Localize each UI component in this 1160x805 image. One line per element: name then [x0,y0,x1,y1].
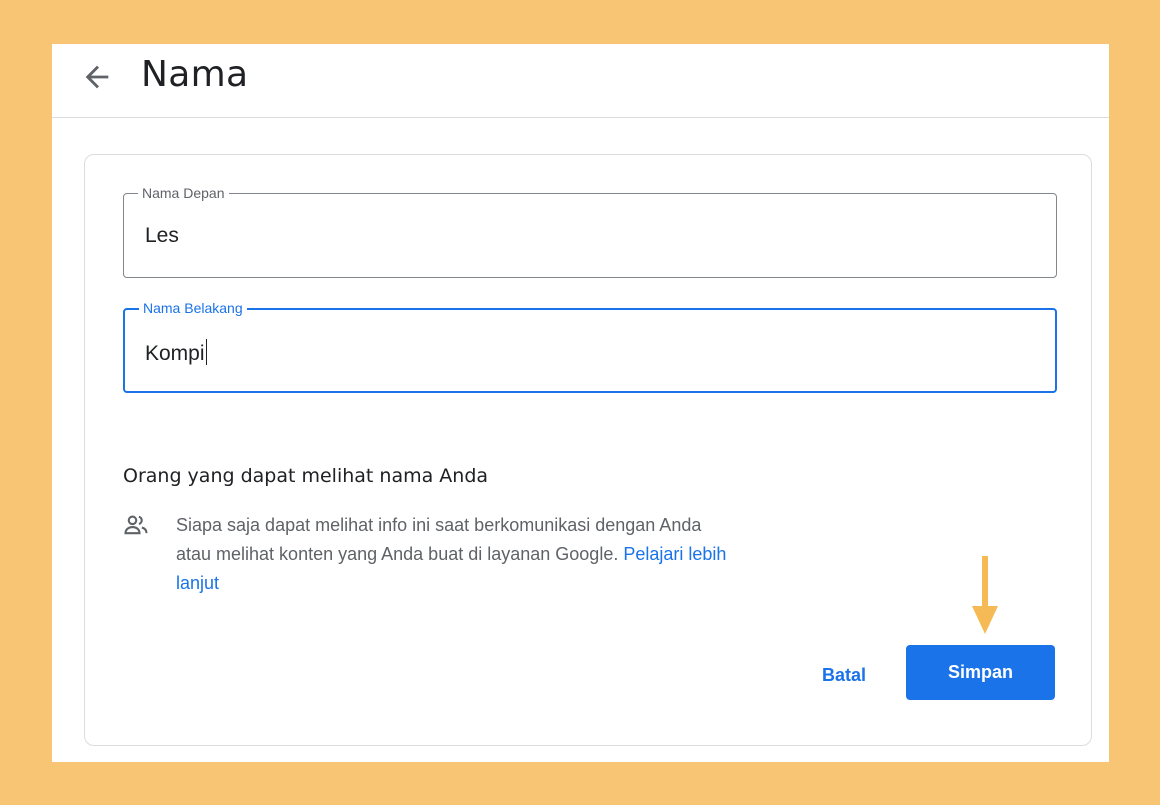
people-icon [122,511,150,539]
page-header: Nama [52,44,1109,118]
text-caret [205,339,208,365]
visibility-title: Orang yang dapat melihat nama Anda [123,465,489,487]
first-name-field[interactable]: Nama Depan Les [123,185,1057,278]
first-name-label: Nama Depan [138,185,229,201]
save-button[interactable]: Simpan [906,645,1055,700]
name-card: Nama Depan Les Nama Belakang Kompi Orang… [84,154,1092,746]
annotation-arrow-icon [972,556,998,634]
page-title: Nama [141,54,249,95]
settings-frame: Nama Nama Depan Les Nama Belakang Kompi … [52,44,1109,762]
last-name-field[interactable]: Nama Belakang Kompi [123,300,1057,393]
last-name-input[interactable]: Kompi [145,339,208,366]
visibility-description: Siapa saja dapat melihat info ini saat b… [176,511,736,598]
last-name-label: Nama Belakang [139,300,247,316]
first-name-value[interactable]: Les [145,224,179,248]
last-name-value: Kompi [145,342,205,365]
cancel-button[interactable]: Batal [817,660,871,690]
arrow-back-icon[interactable] [80,60,114,94]
